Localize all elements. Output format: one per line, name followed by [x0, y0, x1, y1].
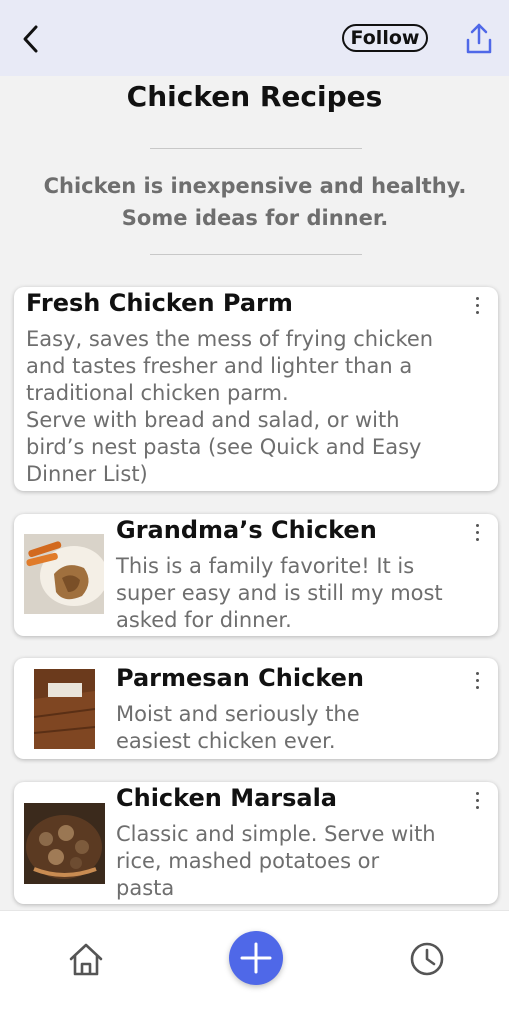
home-icon: [69, 943, 103, 976]
recipe-description: Moist and seriously the easiest chicken …: [116, 702, 360, 753]
recipe-thumbnail: [34, 669, 95, 749]
top-bar: Follow: [0, 0, 509, 76]
recipe-title: Chicken Marsala: [116, 784, 338, 812]
recipe-thumbnail: [24, 534, 104, 614]
recipe-description: This is a family favorite! It is super e…: [116, 554, 443, 632]
recipe-description: Classic and simple. Serve with rice, mas…: [116, 822, 436, 900]
recipe-title: Parmesan Chicken: [116, 664, 365, 692]
history-button[interactable]: [408, 940, 446, 978]
recipe-description: Easy, saves the mess of frying chicken a…: [26, 327, 434, 486]
more-options-icon[interactable]: [474, 672, 480, 692]
follow-button[interactable]: Follow: [342, 24, 428, 52]
recipe-title: Grandma’s Chicken: [116, 516, 377, 544]
page-title: Chicken Recipes: [126, 80, 383, 113]
bottom-tab-bar: [0, 910, 509, 1025]
clock-icon: [410, 942, 444, 976]
add-button[interactable]: [229, 931, 283, 985]
recipe-thumbnail: [24, 803, 105, 884]
back-button[interactable]: [18, 22, 46, 56]
recipe-card[interactable]: Grandma’s Chicken This is a family favor…: [14, 514, 498, 636]
share-button[interactable]: [463, 22, 495, 56]
page-subtitle: Chicken is inexpensive and healthy. Some…: [43, 174, 467, 230]
more-options-icon[interactable]: [474, 792, 480, 812]
divider-bottom: [150, 254, 362, 255]
recipe-card[interactable]: Chicken Marsala Classic and simple. Serv…: [14, 782, 498, 904]
divider-top: [150, 148, 362, 149]
more-options-icon[interactable]: [474, 524, 480, 544]
recipe-card[interactable]: Parmesan Chicken Moist and seriously the…: [14, 658, 498, 759]
plus-icon: [240, 942, 272, 974]
recipe-card[interactable]: Fresh Chicken Parm Easy, saves the mess …: [14, 287, 498, 491]
chevron-left-icon: [23, 25, 38, 53]
recipe-title: Fresh Chicken Parm: [26, 289, 293, 317]
home-button[interactable]: [66, 940, 106, 980]
more-options-icon[interactable]: [474, 297, 480, 317]
share-icon: [466, 23, 492, 54]
